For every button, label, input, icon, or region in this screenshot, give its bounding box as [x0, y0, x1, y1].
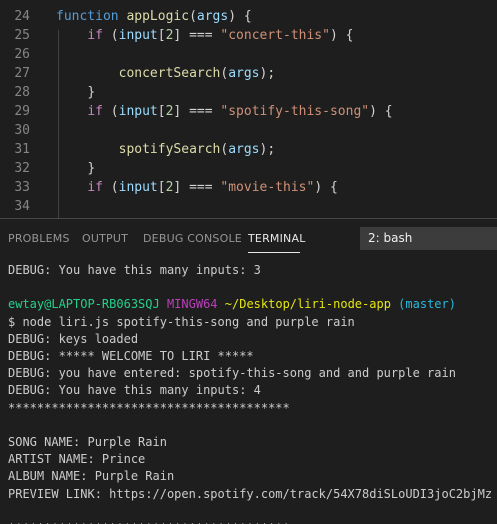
code-token: concertSearch: [118, 66, 221, 81]
line-number: 26: [14, 47, 30, 62]
code-token: input: [118, 28, 158, 43]
code-token: args: [228, 142, 260, 157]
code-text: concertSearch(args);: [56, 64, 276, 83]
code-token: ) {: [314, 180, 338, 195]
line-number: 31: [14, 142, 30, 157]
terminal-line: ***************************************: [8, 520, 290, 524]
code-line: 32 }: [0, 159, 497, 178]
terminal-line: ***************************************: [8, 400, 290, 415]
terminal-prompt: ewtay@LAPTOP-RB063SQJ MINGW64 ~/Desktop/…: [8, 296, 456, 313]
code-text: if (input[2] === "movie-this") {: [56, 178, 338, 197]
prompt-segment: ewtay@LAPTOP-RB063SQJ: [8, 297, 160, 312]
code-token: [: [157, 180, 166, 195]
panel-tab-bar: PROBLEMS OUTPUT DEBUG CONSOLE TERMINAL 2…: [0, 219, 497, 257]
code-line: 30: [0, 121, 497, 140]
terminal-line: ALBUM NAME: Purple Rain: [8, 469, 175, 484]
code-line: 26: [0, 45, 497, 64]
code-line: 31 spotifySearch(args);: [0, 140, 497, 159]
code-token: "movie-this": [220, 180, 315, 195]
code-text: }: [56, 159, 95, 178]
code-token: [: [157, 104, 166, 119]
prompt-segment: [160, 297, 167, 311]
line-number: 32: [14, 161, 30, 176]
line-number: 28: [14, 85, 30, 100]
code-token: "concert-this": [220, 28, 330, 43]
code-token: }: [87, 85, 96, 100]
terminal-line: DEBUG: you have entered: spotify-this-so…: [8, 366, 456, 381]
terminal-line: SONG NAME: Purple Rain: [8, 435, 167, 449]
prompt-segment: (master): [398, 297, 456, 312]
code-token: ] ===: [173, 180, 221, 195]
line-number: 27: [14, 66, 30, 81]
code-line: 24 function appLogic(args) {: [0, 7, 497, 26]
code-token: input: [118, 104, 158, 119]
terminal-line: DEBUG: keys loaded: [8, 331, 139, 346]
line-number: 30: [14, 123, 30, 138]
code-token: spotifySearch: [118, 142, 221, 157]
code-token: ) {: [329, 28, 354, 43]
code-token: }: [87, 161, 96, 176]
code-line: 29 if (input[2] === "spotify-this-song")…: [0, 102, 497, 121]
line-number: 33: [14, 180, 30, 195]
tab-debug-console[interactable]: DEBUG CONSOLE: [143, 232, 242, 245]
code-token: ) {: [369, 104, 393, 119]
code-line: 28 }: [0, 83, 497, 102]
code-line: 25 if (input[2] === "concert-this") {: [0, 26, 497, 45]
code-text: function appLogic(args) {: [56, 7, 252, 26]
prompt-segment: MINGW64: [166, 297, 218, 312]
terminal-line: DEBUG: You have this many inputs: 3: [8, 263, 261, 277]
code-token: (: [102, 104, 119, 119]
terminal-line: $ node liri.js spotify-this-song and pur…: [8, 314, 355, 329]
code-token: );: [259, 142, 276, 157]
code-token: ) {: [228, 9, 252, 24]
code-text: spotifySearch(args);: [56, 140, 276, 159]
terminal-selector[interactable]: 2: bash: [360, 227, 497, 250]
tab-problems[interactable]: PROBLEMS: [8, 232, 70, 245]
code-editor[interactable]: 24 function appLogic(args) {25 if (input[…: [0, 0, 497, 218]
code-token: [: [157, 28, 166, 43]
code-line: 34: [0, 197, 497, 216]
tab-terminal[interactable]: TERMINAL: [248, 232, 306, 245]
code-token: );: [259, 66, 276, 81]
tab-output[interactable]: OUTPUT: [82, 232, 128, 245]
terminal-output[interactable]: DEBUG: You have this many inputs: 3 ewtay…: [0, 257, 497, 524]
terminal-line: DEBUG: You have this many inputs: 4: [8, 383, 261, 398]
code-token: ] ===: [173, 104, 221, 119]
code-text: if (input[2] === "concert-this") {: [56, 26, 353, 45]
code-token: if: [87, 104, 103, 119]
active-tab-indicator: [248, 252, 300, 253]
code-token: (: [189, 9, 197, 24]
code-token: if: [87, 180, 103, 195]
code-text: }: [56, 83, 95, 102]
code-token: ] ===: [173, 28, 221, 43]
code-token: input: [118, 180, 158, 195]
line-number: 34: [14, 199, 30, 214]
line-number: 29: [14, 104, 30, 119]
prompt-segment: ~/Desktop/liri-node-app: [224, 297, 391, 312]
code-token: args: [196, 9, 229, 24]
code-token: (: [102, 28, 119, 43]
code-token: (: [102, 180, 119, 195]
code-text: if (input[2] === "spotify-this-song") {: [56, 102, 393, 121]
prompt-segment: [218, 297, 225, 311]
terminal-line: DEBUG: ***** WELCOME TO LIRI *****: [8, 349, 254, 363]
code-token: function: [56, 9, 119, 24]
code-token: if: [87, 28, 103, 43]
terminal-line: ARTIST NAME: Prince: [8, 452, 146, 467]
line-number: 24: [14, 9, 30, 24]
code-token: appLogic: [126, 9, 190, 24]
code-line: 27 concertSearch(args);: [0, 64, 497, 83]
line-number: 25: [14, 28, 30, 43]
terminal-line: PREVIEW LINK: https://open.spotify.com/t…: [8, 486, 493, 501]
code-token: "spotify-this-song": [220, 104, 370, 119]
code-line: 33 if (input[2] === "movie-this") {: [0, 178, 497, 197]
code-token: args: [228, 66, 260, 81]
